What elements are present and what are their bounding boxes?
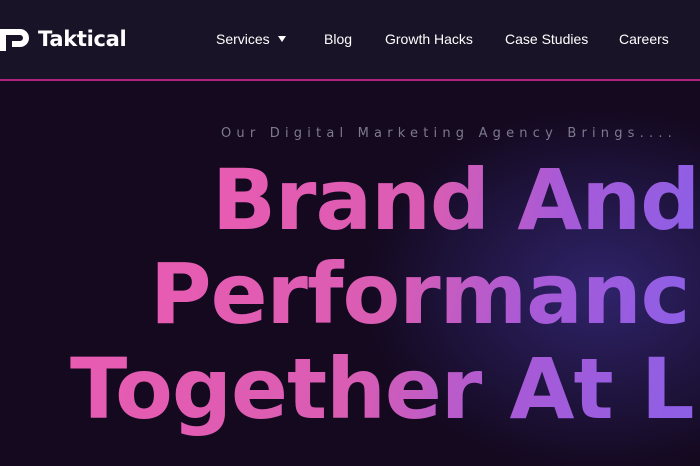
hero-tagline: Our Digital Marketing Agency Brings....: [221, 126, 677, 141]
nav-item-case-studies[interactable]: Case Studies: [505, 28, 588, 50]
nav-item-services[interactable]: Services: [216, 28, 270, 50]
hero-headline-line-1: Brand And: [212, 151, 700, 249]
nav-item-careers[interactable]: Careers: [619, 28, 669, 50]
hero-headline-line-2: Performanc: [150, 245, 690, 343]
caret-down-icon[interactable]: [278, 36, 286, 42]
nav-item-growth-hacks[interactable]: Growth Hacks: [385, 28, 473, 50]
top-navigation-bar: Taktical Services Blog Growth Hacks Case…: [0, 0, 700, 81]
tp-logo-mark-icon: [0, 29, 29, 51]
hero-headline-line-3: Together At L: [70, 340, 694, 438]
brand-name: Taktical: [38, 27, 127, 51]
brand-logo-link[interactable]: Taktical: [0, 23, 127, 55]
page: Taktical Services Blog Growth Hacks Case…: [0, 0, 700, 466]
nav-item-blog[interactable]: Blog: [324, 28, 352, 50]
